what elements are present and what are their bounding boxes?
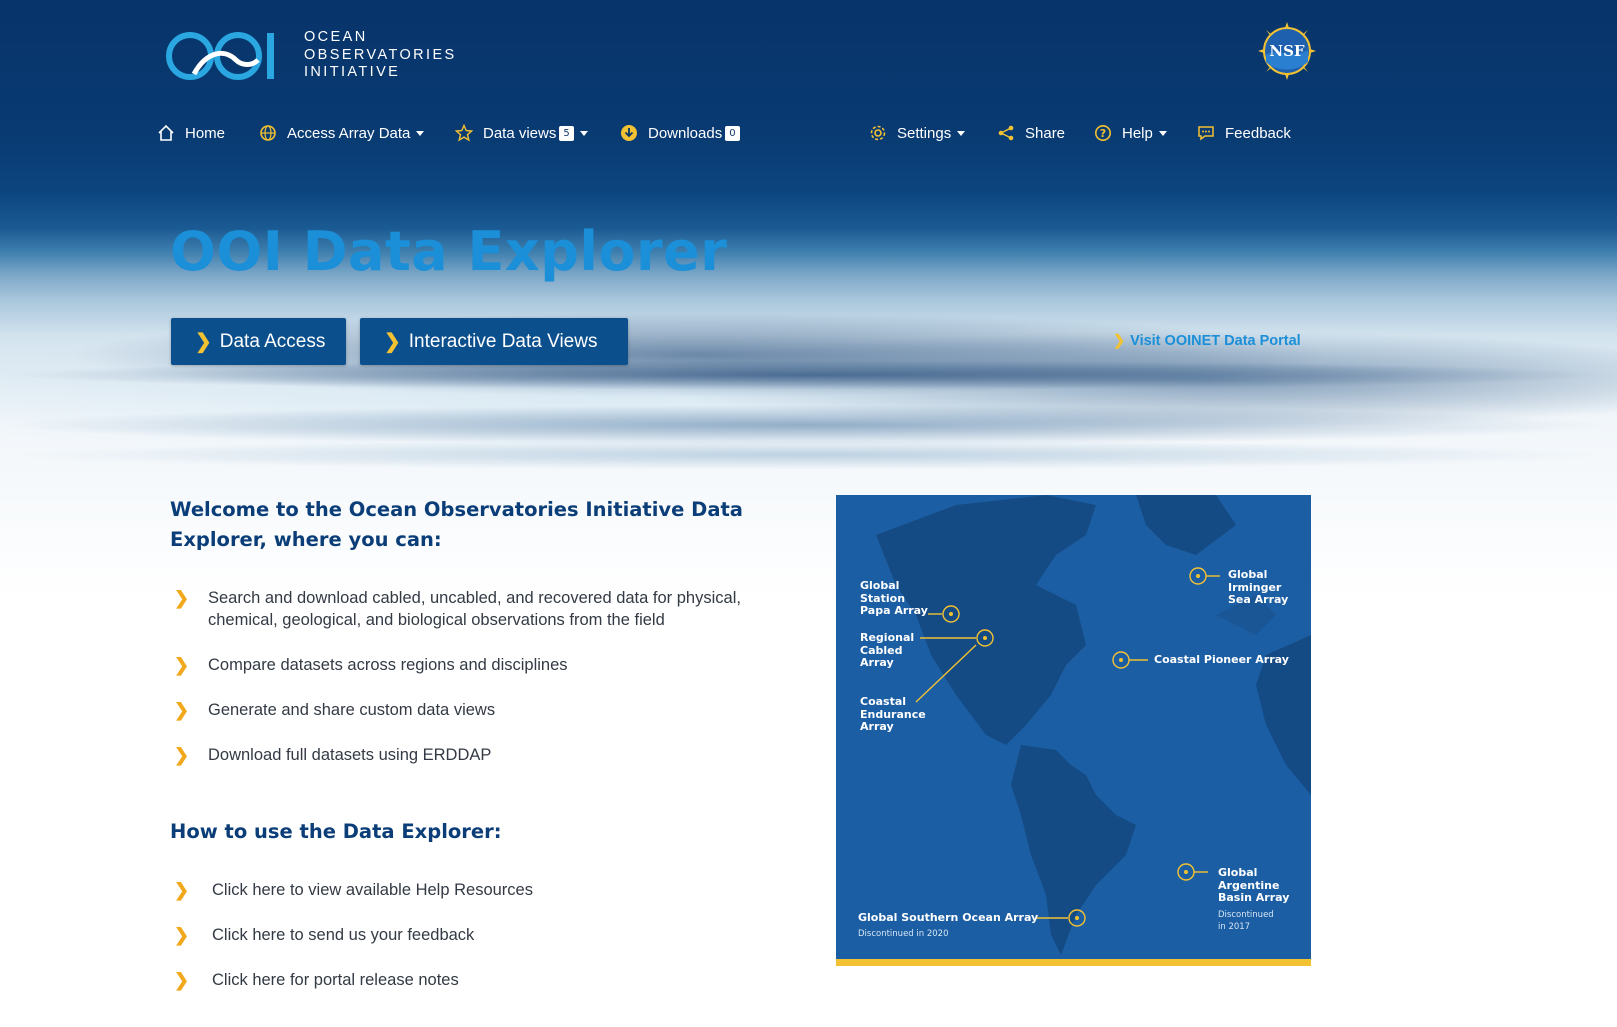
interactive-data-views-button[interactable]: ❯ Interactive Data Views: [360, 318, 628, 365]
chevron-right-icon: ❯: [1113, 333, 1126, 349]
download-icon: [621, 125, 637, 141]
nsf-logo[interactable]: NSF: [1258, 22, 1316, 80]
nav-home[interactable]: Home: [157, 124, 225, 142]
map-label-line: Basin Array: [1218, 891, 1290, 904]
nav-settings-label: Settings: [897, 124, 952, 142]
home-icon: [158, 124, 174, 141]
help-resources-link[interactable]: ❯ Click here to view available Help Reso…: [174, 879, 533, 901]
array-label-argentine[interactable]: Global Argentine Basin Array: [1218, 866, 1290, 905]
chevron-right-icon: ❯: [384, 331, 401, 353]
chevron-down-icon: [416, 130, 425, 136]
list-item-text: Compare datasets across regions and disc…: [208, 656, 568, 674]
nav-downloads[interactable]: Downloads 0: [620, 124, 740, 142]
downloads-count-badge: 0: [725, 125, 740, 141]
argentine-discontinued-note: Discontinued in 2017: [1218, 909, 1274, 933]
nav-help[interactable]: ? Help: [1094, 124, 1167, 142]
nav-share-label: Share: [1025, 124, 1066, 142]
map-label-line: Array: [860, 656, 894, 669]
wave-band: [0, 440, 1617, 470]
link-text: Click here to view available Help Resour…: [212, 881, 533, 899]
array-label-regional-cabled[interactable]: Regional Cabled Array: [860, 631, 915, 670]
howto-heading: How to use the Data Explorer:: [170, 820, 502, 843]
map-label-line: Global: [860, 579, 900, 592]
map-label-line: Global: [1228, 568, 1268, 581]
nav-settings[interactable]: Settings: [869, 124, 966, 142]
chevron-right-icon: ❯: [174, 925, 190, 945]
chevron-right-icon: ❯: [174, 700, 190, 720]
chevron-down-icon: [1158, 130, 1167, 136]
visit-ooinet-portal-link[interactable]: ❯ Visit OOINET Data Portal: [1113, 333, 1301, 349]
chevron-right-icon: ❯: [174, 880, 190, 900]
list-item: ❯ Compare datasets across regions and di…: [174, 654, 568, 676]
nav-dataviews-label: Data views: [483, 124, 557, 142]
nav-downloads-label: Downloads: [648, 124, 723, 142]
nav-home-label: Home: [185, 124, 226, 142]
star-icon: [455, 124, 473, 142]
welcome-heading: Welcome to the Ocean Observatories Initi…: [170, 495, 743, 555]
nav-data-views[interactable]: Data views 5: [455, 124, 588, 142]
question-icon: ?: [1095, 125, 1111, 141]
list-item-text: Download full datasets using ERDDAP: [208, 746, 492, 764]
map-label-line: Papa Array: [860, 604, 928, 617]
chevron-down-icon: [579, 130, 588, 136]
list-item: ❯ Generate and share custom data views: [174, 699, 495, 721]
globe-icon: [260, 125, 276, 141]
array-label-irminger[interactable]: Global Irminger Sea Array: [1228, 568, 1289, 607]
array-label-coastal-pioneer[interactable]: Coastal Pioneer Array: [1154, 653, 1289, 667]
nav-help-label: Help: [1122, 124, 1153, 142]
nav-access-array-data[interactable]: Access Array Data: [259, 124, 425, 142]
map-note-line: in 2017: [1218, 922, 1251, 932]
map-label-line: Sea Array: [1228, 593, 1289, 606]
logo-line: OBSERVATORIES: [304, 46, 457, 63]
data-access-label: Data Access: [219, 330, 326, 352]
ooi-arrays-map[interactable]: Global Station Papa Array Regional Cable…: [836, 495, 1311, 966]
interactive-data-views-label: Interactive Data Views: [408, 330, 598, 352]
chevron-right-icon: ❯: [174, 655, 190, 675]
array-label-coastal-endurance[interactable]: Coastal Endurance Array: [860, 695, 926, 734]
nav-feedback[interactable]: Feedback: [1197, 124, 1291, 142]
link-text: Click here to send us your feedback: [212, 926, 475, 944]
chevron-right-icon: ❯: [174, 745, 190, 765]
list-item: ❯ Download full datasets using ERDDAP: [174, 744, 491, 766]
chat-bubble-icon: [1198, 126, 1214, 141]
welcome-heading-line: Welcome to the Ocean Observatories Initi…: [170, 498, 743, 521]
logo-wordmark[interactable]: OCEAN OBSERVATORIES INITIATIVE: [304, 29, 457, 82]
map-accent-stripe: [836, 959, 1311, 966]
share-icon: [998, 125, 1014, 141]
svg-text:?: ?: [1100, 127, 1106, 140]
southern-discontinued-note: Discontinued in 2020: [858, 929, 949, 939]
map-label-line: Global: [1218, 866, 1258, 879]
feedback-link[interactable]: ❯ Click here to send us your feedback: [174, 924, 474, 946]
wave-band: [0, 405, 1617, 445]
list-item-text: Search and download cabled, uncabled, an…: [208, 589, 741, 629]
chevron-right-icon: ❯: [195, 331, 212, 353]
portal-link-label: Visit OOINET Data Portal: [1130, 333, 1301, 349]
chevron-down-icon: [957, 130, 966, 136]
map-note-line: Discontinued: [1218, 910, 1274, 920]
release-notes-link[interactable]: ❯ Click here for portal release notes: [174, 969, 459, 991]
nav-access-label: Access Array Data: [287, 124, 411, 142]
gear-icon: [870, 125, 886, 141]
link-text: Click here for portal release notes: [212, 971, 459, 989]
nav-share[interactable]: Share: [997, 124, 1065, 142]
map-label-line: Coastal: [860, 695, 907, 708]
page-title: OOI Data Explorer: [170, 220, 728, 283]
chevron-right-icon: ❯: [174, 970, 190, 990]
map-label-line: Regional: [860, 631, 915, 644]
array-label-papa[interactable]: Global Station Papa Array: [860, 579, 928, 618]
welcome-heading-line: Explorer, where you can:: [170, 528, 442, 551]
nsf-text: NSF: [1269, 42, 1305, 60]
chevron-right-icon: ❯: [174, 588, 190, 608]
map-label-line: Array: [860, 720, 894, 733]
dataviews-count-badge: 5: [559, 125, 574, 141]
list-item: ❯ Search and download cabled, uncabled, …: [174, 587, 794, 631]
list-item-text: Generate and share custom data views: [208, 701, 496, 719]
logo-line: OCEAN: [304, 29, 368, 45]
nav-feedback-label: Feedback: [1225, 124, 1291, 142]
array-label-southern-ocean[interactable]: Global Southern Ocean Array: [858, 911, 1038, 925]
logo-line: INITIATIVE: [304, 64, 401, 80]
data-access-button[interactable]: ❯ Data Access: [171, 318, 346, 365]
